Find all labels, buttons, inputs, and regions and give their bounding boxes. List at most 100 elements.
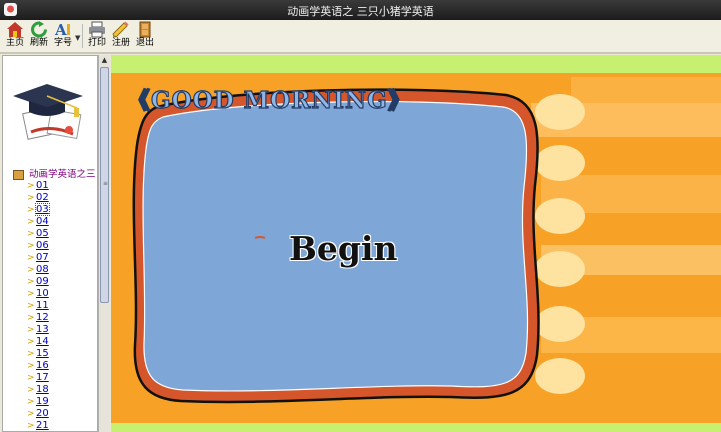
lesson-item[interactable]: >07: [27, 252, 49, 264]
font-size-button[interactable]: A 字号: [50, 21, 76, 51]
arrow-right-icon: >: [27, 409, 35, 419]
bubble-1: [535, 94, 585, 130]
lesson-item[interactable]: >15: [27, 348, 49, 360]
lesson-link[interactable]: 12: [36, 312, 49, 323]
home-button[interactable]: 主页: [2, 21, 28, 51]
arrow-right-icon: >: [27, 325, 35, 335]
chevron-down-icon[interactable]: ▼: [75, 34, 80, 42]
lesson-link[interactable]: 19: [36, 396, 49, 407]
lesson-item[interactable]: >18: [27, 384, 49, 396]
tree-root[interactable]: 动画学英语之三: [13, 166, 96, 180]
lesson-item[interactable]: >05: [27, 228, 49, 240]
exit-button[interactable]: 退出: [132, 21, 158, 51]
arrow-right-icon: >: [27, 229, 35, 239]
arrow-right-icon: >: [27, 205, 35, 215]
lesson-link[interactable]: 10: [36, 288, 49, 299]
lesson-link[interactable]: 14: [36, 336, 49, 347]
svg-text:A: A: [54, 21, 67, 38]
lesson-item[interactable]: >20: [27, 408, 49, 420]
lesson-item[interactable]: >14: [27, 336, 49, 348]
arrow-right-icon: >: [27, 313, 35, 323]
lesson-link[interactable]: 01: [36, 180, 49, 191]
lesson-link[interactable]: 15: [36, 348, 49, 359]
arrow-right-icon: >: [27, 349, 35, 359]
sidebar-scrollbar[interactable]: ▲ ≡: [98, 55, 110, 432]
bubble-5: [535, 306, 585, 342]
pencil-icon: [112, 21, 129, 38]
lesson-item[interactable]: >19: [27, 396, 49, 408]
toolbar: 主页 刷新 A 字号 ▼ 打印 注册 退出: [0, 20, 721, 53]
lesson-link[interactable]: 08: [36, 264, 49, 275]
lesson-item[interactable]: >17: [27, 372, 49, 384]
lesson-link[interactable]: 20: [36, 408, 49, 419]
lesson-item[interactable]: >02: [27, 192, 49, 204]
scrollbar-thumb[interactable]: ≡: [100, 67, 109, 303]
home-label: 主页: [5, 38, 24, 48]
refresh-button[interactable]: 刷新: [26, 21, 52, 51]
arrow-right-icon: >: [27, 337, 35, 347]
bubble-4: [535, 251, 585, 287]
lesson-item[interactable]: >06: [27, 240, 49, 252]
font-size-label: 字号: [53, 38, 72, 48]
lesson-link[interactable]: 02: [36, 192, 49, 203]
begin-button[interactable]: Begin: [289, 229, 398, 268]
graduation-cap-logo: [13, 84, 83, 140]
arrow-right-icon: >: [27, 301, 35, 311]
tree-root-label: 动画学英语之三: [29, 169, 96, 180]
scroll-up-arrow-icon[interactable]: ▲: [100, 56, 109, 66]
lesson-link[interactable]: 05: [36, 228, 49, 239]
lesson-item[interactable]: >16: [27, 360, 49, 372]
lesson-item[interactable]: >08: [27, 264, 49, 276]
lesson-item[interactable]: >09: [27, 276, 49, 288]
lesson-item[interactable]: >03: [27, 203, 50, 216]
arrow-right-icon: >: [27, 385, 35, 395]
arrow-right-icon: >: [27, 241, 35, 251]
register-button[interactable]: 注册: [108, 21, 134, 51]
arrow-right-icon: >: [27, 373, 35, 383]
lesson-link[interactable]: 18: [36, 384, 49, 395]
print-label: 打印: [87, 38, 106, 48]
pane-divider: [0, 52, 721, 54]
exit-door-icon: [139, 21, 151, 38]
lesson-link[interactable]: 17: [36, 372, 49, 383]
lesson-item[interactable]: >01: [27, 180, 49, 192]
lesson-item[interactable]: >21: [27, 420, 49, 431]
bubble-6: [535, 358, 585, 394]
lesson-link[interactable]: 13: [36, 324, 49, 335]
lesson-link[interactable]: 16: [36, 360, 49, 371]
arrow-right-icon: >: [27, 253, 35, 263]
lesson-link[interactable]: 04: [36, 216, 49, 227]
lesson-link[interactable]: 21: [36, 420, 49, 431]
exit-label: 退出: [135, 38, 154, 48]
book-icon: [13, 169, 24, 180]
arrow-right-icon: >: [27, 193, 35, 203]
lesson-link[interactable]: 06: [36, 240, 49, 251]
printer-icon: [89, 21, 105, 38]
lesson-item[interactable]: >10: [27, 288, 49, 300]
arrow-right-icon: >: [27, 265, 35, 275]
lesson-link[interactable]: 03: [35, 203, 50, 216]
window-title: 动画学英语之 三只小猪学英语: [287, 5, 434, 18]
arrow-right-icon: >: [27, 277, 35, 287]
arrow-right-icon: >: [27, 217, 35, 227]
lesson-list: >01 >02 >03 >04 >05 >06 >07 >08 >09 >10 >11 >12 >13 >…: [27, 180, 50, 431]
lesson-link[interactable]: 07: [36, 252, 49, 263]
lesson-item[interactable]: >04: [27, 216, 49, 228]
lesson-title: 《GOOD MORNING》: [126, 86, 412, 114]
lesson-link[interactable]: 09: [36, 276, 49, 287]
arrow-right-icon: >: [27, 421, 35, 431]
lesson-item[interactable]: >11: [27, 300, 49, 312]
lesson-item[interactable]: >13: [27, 324, 49, 336]
arrow-right-icon: >: [27, 181, 35, 191]
arrow-right-icon: >: [27, 397, 35, 407]
register-label: 注册: [111, 38, 130, 48]
lesson-item[interactable]: >12: [27, 312, 49, 324]
lesson-link[interactable]: 11: [36, 300, 49, 311]
toolbar-separator: [82, 24, 83, 48]
sidebar: 动画学英语之三 >01 >02 >03 >04 >05 >06 >07 >08 >09 >10 >1…: [2, 55, 98, 432]
grip-icon: ≡: [103, 180, 109, 187]
refresh-label: 刷新: [29, 38, 48, 48]
arrow-right-icon: >: [27, 289, 35, 299]
print-button[interactable]: 打印: [84, 21, 110, 51]
title-bar: 动画学英语之 三只小猪学英语: [0, 0, 721, 20]
